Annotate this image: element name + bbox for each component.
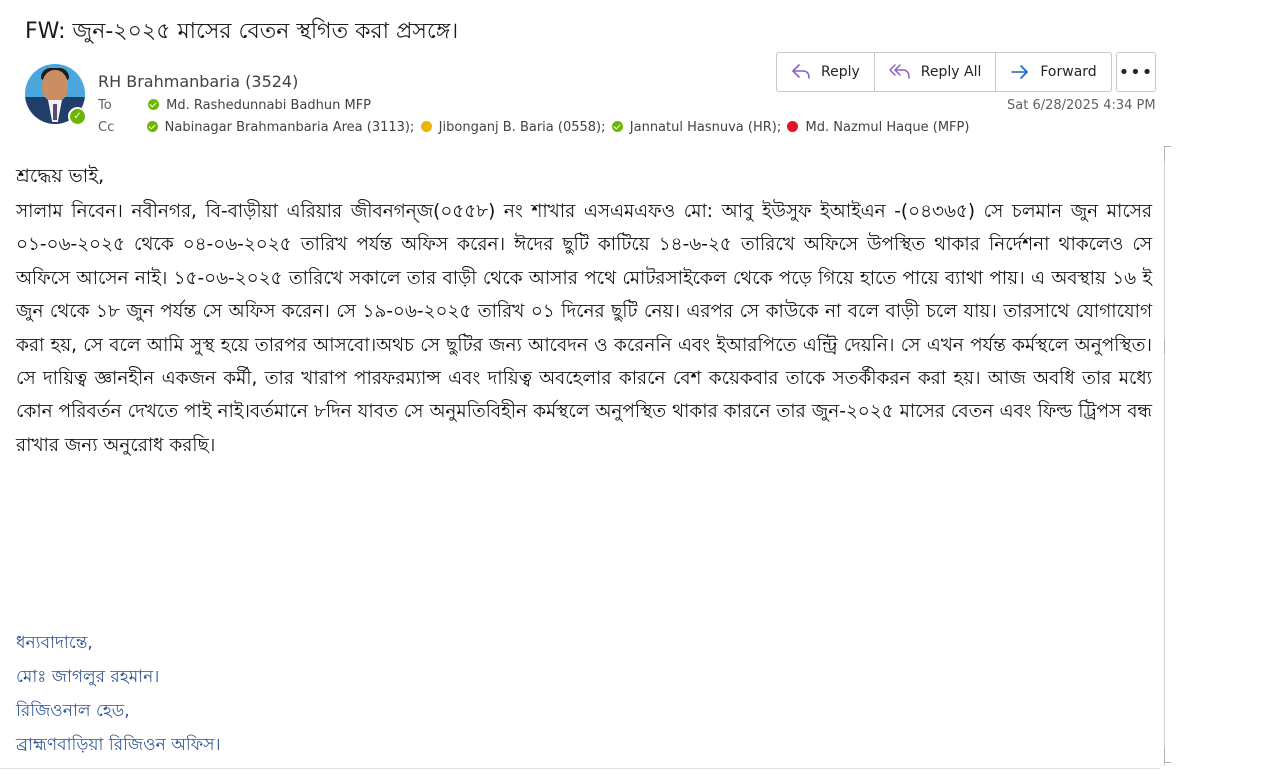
sender-avatar[interactable]: ✓	[25, 64, 87, 126]
message-actions: Reply Reply All Forward	[776, 52, 1112, 92]
cc-recipient[interactable]: Md. Nazmul Haque (MFP)	[806, 120, 970, 135]
reply-button[interactable]: Reply	[777, 53, 875, 91]
presence-available-icon	[146, 121, 158, 132]
body-salutation: শ্রদ্ধেয় ভাই,	[16, 165, 105, 187]
cc-row: Cc Nabinagar Brahmanbaria Area (3113); J…	[98, 120, 971, 135]
sent-timestamp: Sat 6/28/2025 4:34 PM	[1007, 98, 1156, 113]
cc-label: Cc	[98, 120, 115, 135]
presence-available-icon	[611, 121, 623, 132]
avatar-tie	[53, 104, 57, 120]
to-label: To	[98, 98, 112, 113]
reply-all-label: Reply All	[920, 64, 982, 80]
signature-title: রিজিওনাল হেড,	[16, 701, 130, 721]
reply-all-button[interactable]: Reply All	[875, 53, 997, 91]
to-row: To Md. Rashedunnabi Badhun MFP	[98, 98, 373, 113]
sender-name[interactable]: RH Brahmanbaria (3524)	[98, 72, 298, 91]
cc-recipient[interactable]: Jannatul Hasnuva (HR);	[630, 120, 781, 135]
scrollbar-mid-mark	[1164, 340, 1171, 354]
more-icon: •••	[1118, 61, 1154, 83]
email-subject: FW: জুন-২০২৫ মাসের বেতন স্থগিত করা প্রসঙ…	[25, 19, 459, 44]
bottom-divider	[0, 768, 1160, 769]
presence-available-icon: ✓	[68, 107, 87, 126]
forward-label: Forward	[1040, 64, 1097, 80]
more-actions-button[interactable]: •••	[1116, 52, 1156, 92]
reply-icon	[792, 64, 810, 79]
body-paragraph: সালাম নিবেন। নবীনগর, বি-বাড়ীয়া এরিয়ার…	[16, 201, 1152, 456]
signature-closing: ধন্যবাদান্তে,	[16, 633, 93, 653]
presence-away-icon	[420, 121, 432, 132]
signature-block: ধন্যবাদান্তে, মোঃ জাগলুর রহমান। রিজিওনাল…	[16, 626, 221, 762]
scrollbar-top-edge	[1164, 146, 1171, 161]
signature-office: ব্রাহ্মণবাড়িয়া রিজিওন অফিস।	[16, 735, 221, 755]
forward-button[interactable]: Forward	[996, 53, 1110, 91]
presence-available-icon	[147, 99, 159, 110]
cc-recipient[interactable]: Nabinagar Brahmanbaria Area (3113);	[165, 120, 415, 135]
avatar-face	[42, 70, 68, 102]
forward-icon	[1011, 65, 1029, 79]
cc-recipient[interactable]: Jibonganj B. Baria (0558);	[439, 120, 606, 135]
reply-label: Reply	[821, 64, 860, 80]
to-recipient[interactable]: Md. Rashedunnabi Badhun MFP	[166, 98, 371, 113]
scrollbar-bottom-edge	[1164, 748, 1171, 763]
reading-pane-scrollbar[interactable]	[1164, 146, 1169, 766]
reply-all-icon	[889, 64, 910, 79]
signature-name: মোঃ জাগলুর রহমান।	[16, 667, 160, 687]
presence-busy-icon	[787, 121, 799, 132]
